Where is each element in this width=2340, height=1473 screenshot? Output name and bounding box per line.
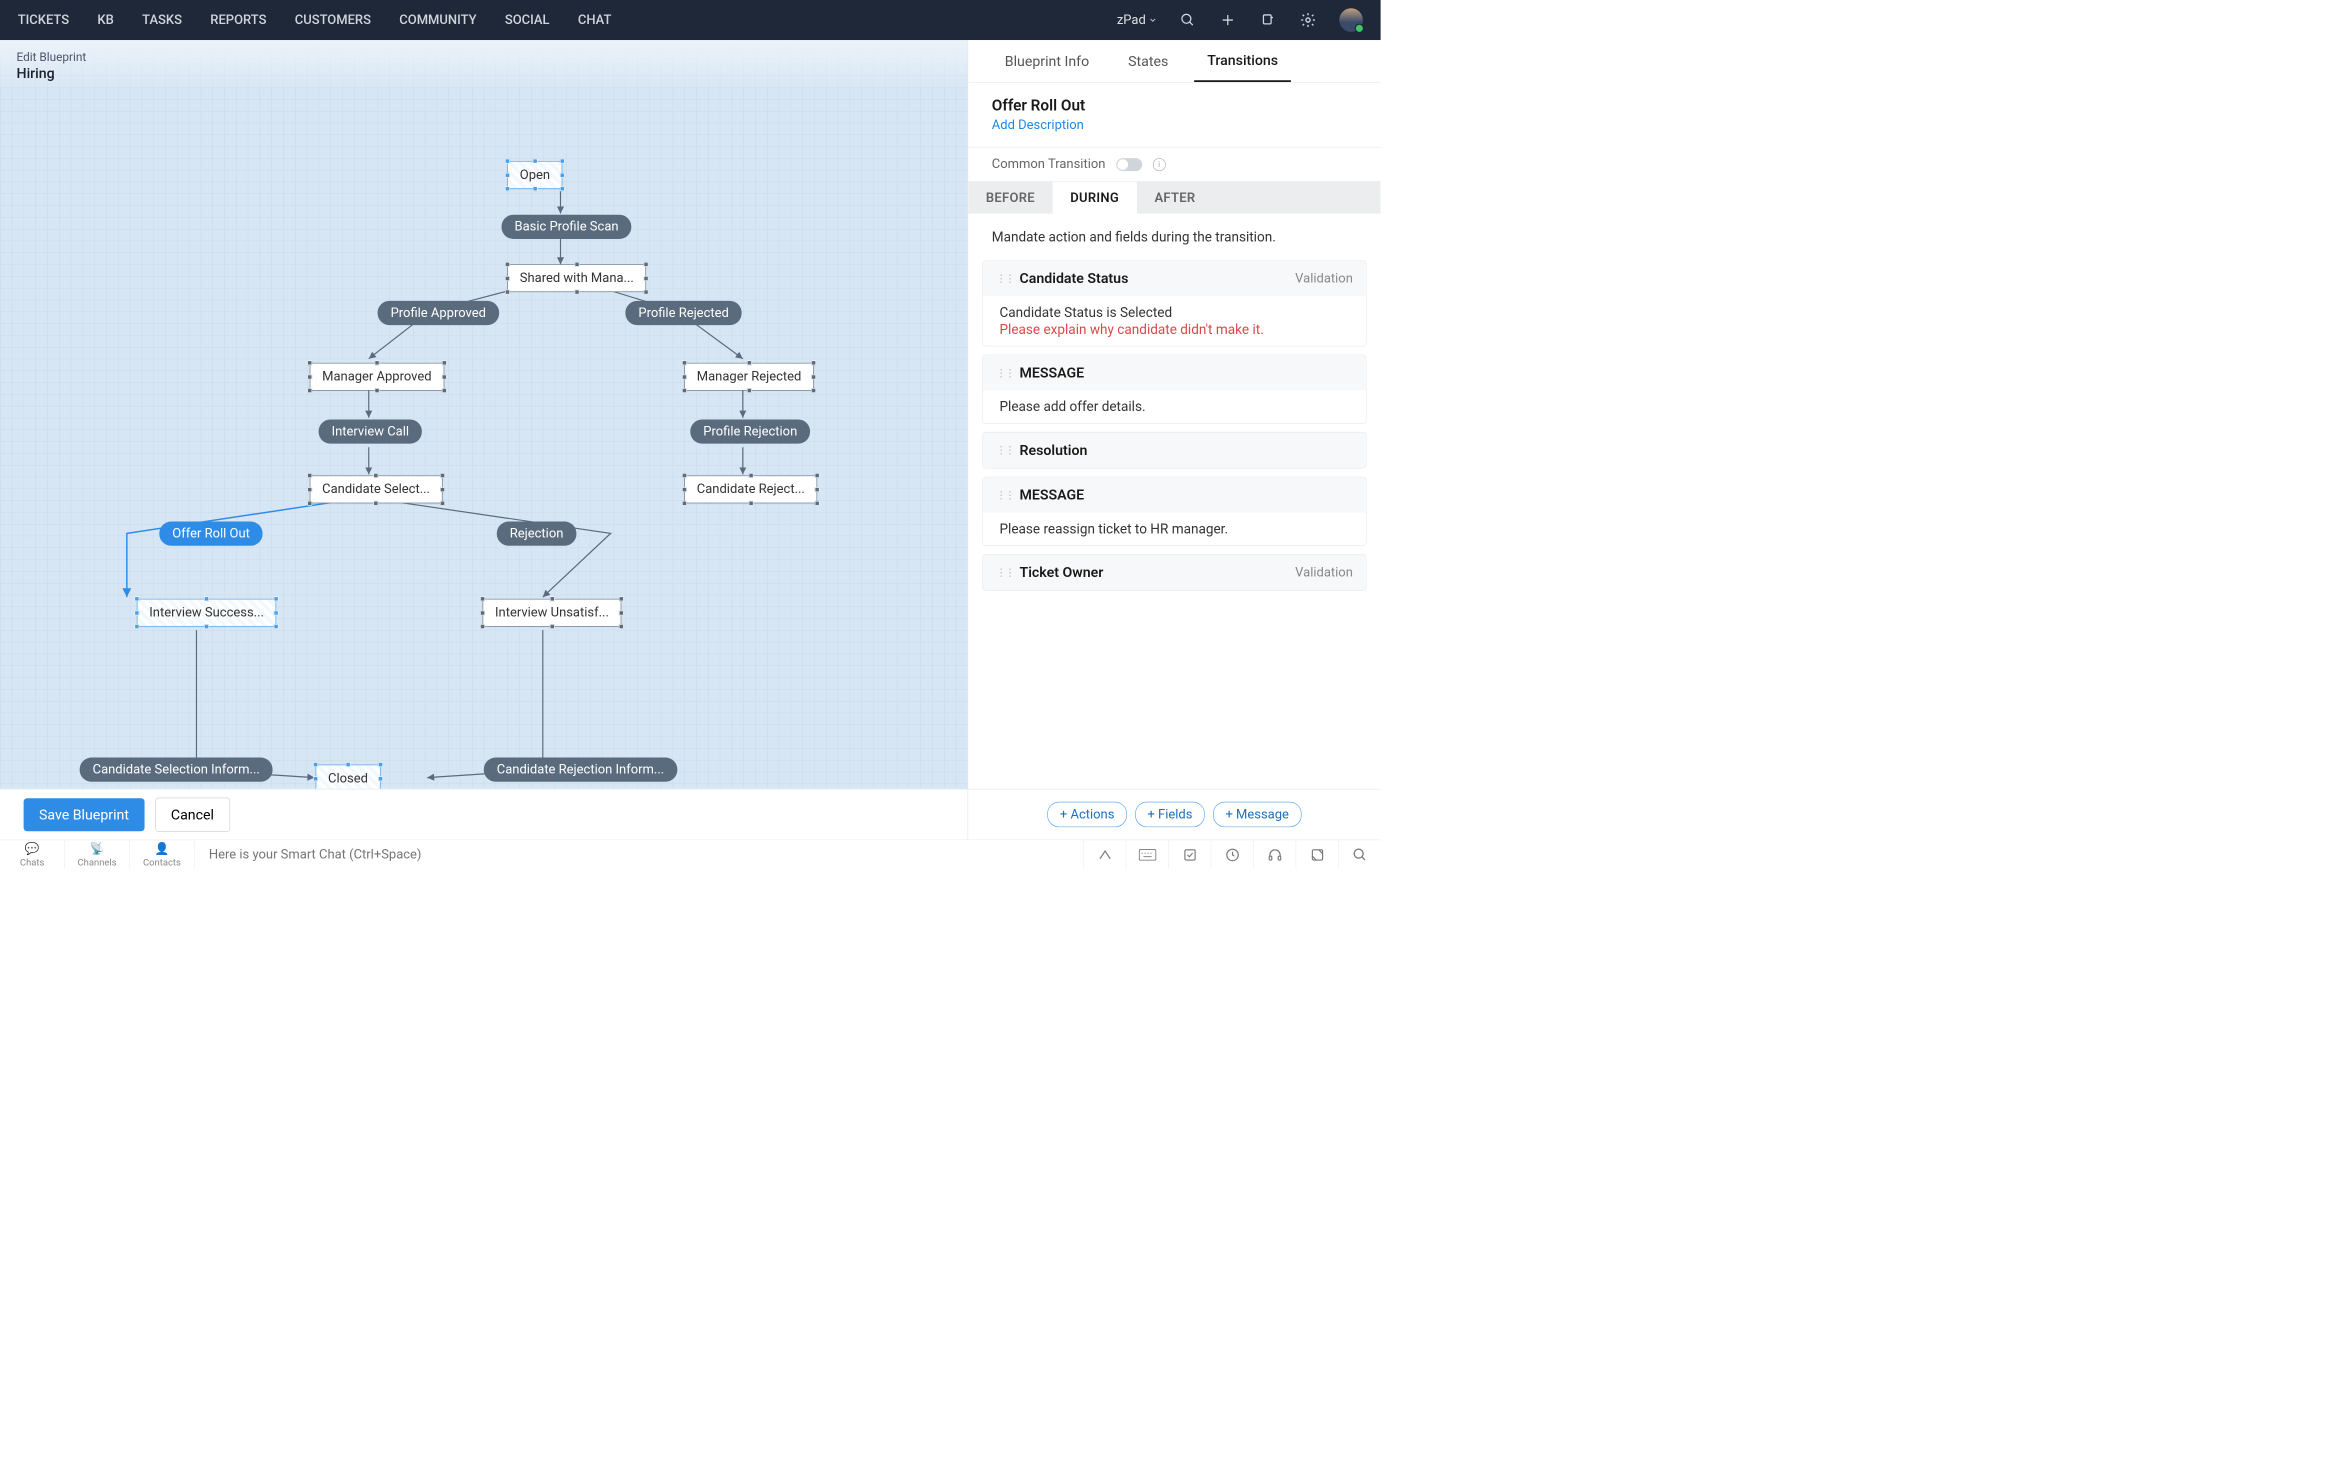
chat-icon: 💬 (25, 841, 40, 855)
keyboard-icon[interactable] (1126, 840, 1168, 869)
pill-interview-call[interactable]: Interview Call (319, 419, 422, 443)
chevron-down-icon (1149, 17, 1156, 24)
drag-handle-icon[interactable]: ⋮⋮ (996, 566, 1014, 578)
panel-bottom: + Actions + Fields + Message (968, 789, 1380, 840)
node-open[interactable]: Open (507, 161, 562, 189)
right-panel: Blueprint Info States Transitions Offer … (968, 40, 1381, 839)
add-fields-chip[interactable]: + Fields (1135, 802, 1205, 827)
card-resolution[interactable]: ⋮⋮Resolution (982, 432, 1366, 469)
nav-tickets[interactable]: TICKETS (18, 13, 69, 28)
card-message-1[interactable]: ⋮⋮MESSAGE Please add offer details. (982, 355, 1366, 424)
clock-icon[interactable] (1211, 840, 1253, 869)
add-message-chip[interactable]: + Message (1213, 802, 1301, 827)
tab-blueprint-info[interactable]: Blueprint Info (992, 40, 1102, 82)
cancel-button[interactable]: Cancel (155, 797, 230, 831)
nav-reports[interactable]: REPORTS (210, 13, 266, 28)
expand-icon[interactable] (1296, 840, 1338, 869)
pill-rej-inform[interactable]: Candidate Rejection Inform... (484, 758, 677, 782)
blueprint-title: Hiring (17, 65, 952, 82)
tab-states[interactable]: States (1115, 40, 1181, 82)
transition-title: Offer Roll Out (992, 97, 1357, 115)
node-mgr-approved[interactable]: Manager Approved (310, 363, 444, 391)
nav-kb[interactable]: KB (97, 13, 113, 28)
add-actions-chip[interactable]: + Actions (1047, 802, 1126, 827)
card-message-2[interactable]: ⋮⋮MESSAGE Please reassign ticket to HR m… (982, 477, 1366, 546)
plus-icon[interactable] (1219, 11, 1237, 29)
top-nav: TICKETS KB TASKS REPORTS CUSTOMERS COMMU… (0, 0, 1381, 40)
pill-offer-roll-out[interactable]: Offer Roll Out (159, 522, 263, 546)
pill-sel-inform[interactable]: Candidate Selection Inform... (80, 758, 273, 782)
search-icon[interactable] (1179, 11, 1197, 29)
card-ticket-owner[interactable]: ⋮⋮Ticket OwnerValidation (982, 554, 1366, 591)
footer-channels[interactable]: 📡 Channels (65, 840, 130, 869)
subtab-after[interactable]: AFTER (1137, 182, 1213, 214)
blueprint-canvas[interactable]: Edit Blueprint Hiring (0, 40, 968, 839)
node-interview-success[interactable]: Interview Success... (137, 599, 276, 627)
transition-sub-tabs: BEFORE DURING AFTER (968, 182, 1380, 214)
task-icon[interactable] (1168, 840, 1210, 869)
nav-customers[interactable]: CUSTOMERS (295, 13, 371, 28)
common-transition-toggle[interactable] (1116, 158, 1142, 171)
panel-tabs: Blueprint Info States Transitions (968, 40, 1380, 82)
brand-switcher[interactable]: zPad (1117, 13, 1157, 28)
footer-bar: 💬Chats 📡 Channels 👤Contacts (0, 840, 1381, 870)
notification-icon[interactable] (1259, 11, 1277, 29)
drag-handle-icon[interactable]: ⋮⋮ (996, 489, 1014, 501)
footer-contacts[interactable]: 👤Contacts (130, 840, 195, 869)
channels-icon: 📡 (90, 841, 105, 855)
smart-chat-input[interactable] (195, 840, 1084, 869)
nav-tasks[interactable]: TASKS (142, 13, 182, 28)
subtab-before[interactable]: BEFORE (968, 182, 1052, 214)
canvas-header: Edit Blueprint Hiring (0, 40, 968, 91)
drag-handle-icon[interactable]: ⋮⋮ (996, 444, 1014, 456)
cards-list: ⋮⋮Candidate StatusValidation Candidate S… (968, 260, 1380, 622)
breadcrumb: Edit Blueprint (17, 50, 952, 64)
footer-search-icon[interactable] (1338, 840, 1380, 869)
avatar[interactable] (1339, 8, 1363, 32)
tab-transitions[interactable]: Transitions (1194, 40, 1291, 82)
pill-rejection[interactable]: Rejection (497, 522, 577, 546)
node-mgr-rejected[interactable]: Manager Rejected (684, 363, 813, 391)
card-candidate-status[interactable]: ⋮⋮Candidate StatusValidation Candidate S… (982, 260, 1366, 346)
node-candidate-reject[interactable]: Candidate Reject... (684, 476, 817, 504)
node-candidate-select[interactable]: Candidate Select... (310, 476, 443, 504)
nav-chat[interactable]: CHAT (578, 13, 612, 28)
subtab-during[interactable]: DURING (1053, 182, 1137, 214)
drag-handle-icon[interactable]: ⋮⋮ (996, 367, 1014, 379)
common-transition-label: Common Transition (992, 157, 1106, 172)
gear-icon[interactable] (1299, 11, 1317, 29)
node-shared[interactable]: Shared with Mana... (507, 264, 646, 292)
pill-profile-rejected[interactable]: Profile Rejected (625, 301, 741, 325)
edges (0, 40, 968, 839)
assistant-icon[interactable] (1083, 840, 1125, 869)
save-button[interactable]: Save Blueprint (24, 798, 145, 831)
mandate-text: Mandate action and fields during the tra… (968, 214, 1380, 261)
info-icon[interactable]: i (1153, 158, 1166, 171)
pill-profile-approved[interactable]: Profile Approved (378, 301, 499, 325)
nav-social[interactable]: SOCIAL (505, 13, 550, 28)
drag-handle-icon[interactable]: ⋮⋮ (996, 272, 1014, 284)
nav-community[interactable]: COMMUNITY (399, 13, 476, 28)
pill-profile-rejection[interactable]: Profile Rejection (690, 419, 810, 443)
headset-icon[interactable] (1253, 840, 1295, 869)
footer-chats[interactable]: 💬Chats (0, 840, 65, 869)
add-description-link[interactable]: Add Description (992, 118, 1084, 133)
node-interview-unsat[interactable]: Interview Unsatisf... (483, 599, 622, 627)
pill-basic-scan[interactable]: Basic Profile Scan (501, 215, 631, 239)
contacts-icon: 👤 (155, 841, 170, 855)
